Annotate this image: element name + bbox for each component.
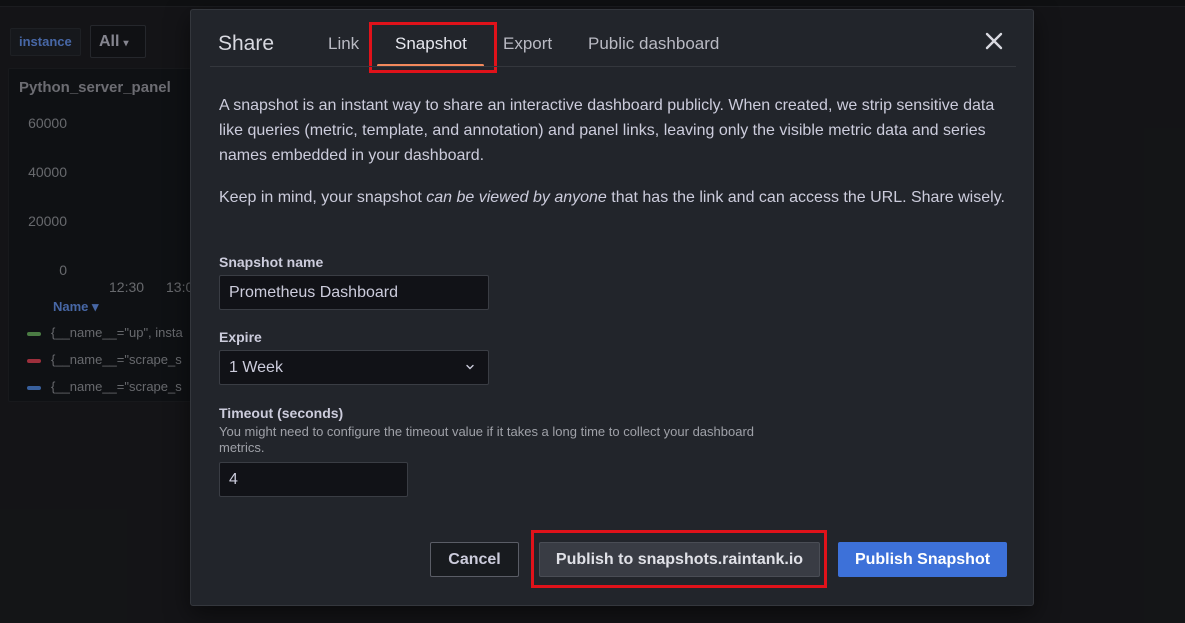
legend-header[interactable]: Name ▾ xyxy=(53,299,99,315)
series-swatch xyxy=(27,331,41,336)
share-modal: Share Link Snapshot Export Public dashbo… xyxy=(190,9,1034,606)
tab-export[interactable]: Export xyxy=(503,34,552,54)
close-button[interactable] xyxy=(983,30,1005,52)
y-tick: 20000 xyxy=(28,213,67,229)
button-highlight-box xyxy=(531,530,827,588)
x-tick: 12:30 xyxy=(109,279,145,295)
y-tick: 60000 xyxy=(28,115,67,131)
tab-link[interactable]: Link xyxy=(328,34,359,54)
snapshot-name-label: Snapshot name xyxy=(219,254,324,270)
publish-snapshot-button[interactable]: Publish Snapshot xyxy=(838,542,1007,577)
chevron-down-icon xyxy=(466,364,474,370)
header-divider xyxy=(210,66,1016,67)
dashboard-panel[interactable]: Python_server_panel 60000 40000 20000 0 … xyxy=(8,68,208,402)
legend-item[interactable]: {__name__="scrape_s xyxy=(27,352,182,367)
legend-item[interactable]: {__name__="up", insta xyxy=(27,325,183,340)
y-tick: 40000 xyxy=(28,164,67,180)
modal-header: Share Link Snapshot Export Public dashbo… xyxy=(191,10,1033,73)
variable-select[interactable]: All ▾ xyxy=(90,25,146,58)
chevron-down-icon: ▾ xyxy=(123,38,129,49)
timeout-input[interactable] xyxy=(219,462,408,497)
series-swatch xyxy=(27,385,41,390)
snapshot-warning: Keep in mind, your snapshot can be viewe… xyxy=(219,189,1005,206)
timeout-description: You might need to configure the timeout … xyxy=(219,424,755,455)
series-swatch xyxy=(27,358,41,363)
timeout-label: Timeout (seconds) xyxy=(219,405,344,421)
panel-title: Python_server_panel xyxy=(19,79,171,96)
cancel-button[interactable]: Cancel xyxy=(430,542,519,577)
expire-select[interactable]: 1 Week xyxy=(219,350,489,385)
close-icon xyxy=(985,32,1003,50)
modal-title: Share xyxy=(218,32,275,55)
tab-public-dashboard[interactable]: Public dashboard xyxy=(588,34,719,54)
expire-label: Expire xyxy=(219,329,262,345)
legend-item[interactable]: {__name__="scrape_s xyxy=(27,379,182,394)
snapshot-description: A snapshot is an instant way to share an… xyxy=(219,97,995,164)
variable-label: instance xyxy=(10,28,81,56)
y-tick: 0 xyxy=(59,262,67,278)
top-bar xyxy=(0,0,1185,7)
variable-value: All xyxy=(99,33,120,50)
snapshot-name-input[interactable] xyxy=(219,275,489,310)
expire-value: 1 Week xyxy=(229,359,283,376)
